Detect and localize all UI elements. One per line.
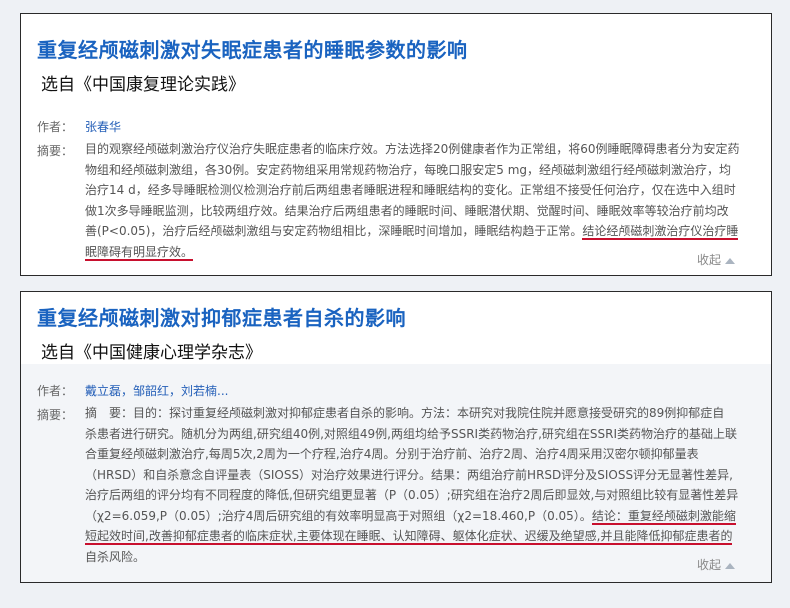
abstract-line: （HRSD）和自杀意念自评量表（SIOSS）对治疗效果进行评分。结果：两组治疗前… [85, 467, 733, 482]
conclusion-underlined: 结论：重复经颅磁刺激能缩 [591, 508, 736, 525]
author-label: 作者： [37, 120, 74, 134]
abstract-line: 眠障碍有明显疗效。 [85, 242, 759, 263]
collapse-label: 收起 [696, 253, 721, 267]
abstract-line: 合重复经颅磁刺激治疗,每周5次,2周为一个疗程,治疗4周。分别于治疗前、治疗2周… [85, 447, 699, 461]
abstract-line: 短起效时间,改善抑郁症患者的临床症状,主要体现在睡眠、认知障碍、躯体化症状、迟缓… [85, 526, 759, 547]
conclusion-underlined: 结论经颅磁刺激治疗仪治疗睡 [582, 224, 739, 240]
article-source: 选自《中国健康心理学杂志》 [41, 343, 262, 363]
abstract-line: 做1次多导睡眠监测，比较两组疗效。结果治疗后两组患者的睡眠时间、睡眠潜伏期、觉醒… [85, 203, 729, 218]
article-title[interactable]: 重复经颅磁刺激对抑郁症患者自杀的影响 [37, 302, 406, 331]
author-link[interactable]: 张春华 [85, 118, 121, 135]
abstract-line: 摘 要：目的：探讨重复经颅磁刺激对抑郁症患者自杀的影响。方法：本研究对我院住院并… [85, 406, 725, 420]
conclusion-underlined: 短起效时间,改善抑郁症患者的临床症状,主要体现在睡眠、认知障碍、躯体化症状、迟缓… [85, 529, 733, 545]
article-title[interactable]: 重复经颅磁刺激对失眠症患者的睡眠参数的影响 [37, 34, 468, 63]
abstract-line: 治疗14 d，经多导睡眠检测仪检测治疗前后两组患者睡眠进程和睡眠结构的变化。正常… [85, 183, 736, 197]
abstract-line: 治疗后两组的评分均有不同程度的降低,但研究组更显著（P（0.05）;研究组在治疗… [85, 488, 739, 502]
abstract-line: 杀患者进行研究。随机分为两组,研究组40例,对照组49例,两组均给予SSRI类药… [85, 426, 738, 441]
abstract-line: 目的观察经颅磁刺激治疗仪治疗失眠症患者的临床疗效。方法选择20例健康者作为正常组… [85, 142, 740, 156]
abstract-line: 自杀风险。 [85, 549, 146, 564]
chevron-up-icon [725, 257, 735, 264]
article-card-insomnia: 重复经颅磁刺激对失眠症患者的睡眠参数的影响 选自《中国康复理论实践》 作者： 张… [20, 13, 772, 276]
author-label: 作者： [37, 384, 74, 398]
conclusion-underlined: 眠障碍有明显疗效。 [85, 244, 194, 261]
abstract-text: 目的观察经颅磁刺激治疗仪治疗失眠症患者的临床疗效。方法选择20例健康者作为正常组… [85, 139, 759, 262]
abstract-line: 善(P<0.05)，治疗后经颅磁刺激组与安定药物组相比，深睡眠时间增加，睡眠结构… [85, 224, 739, 240]
collapse-label: 收起 [696, 558, 721, 572]
article-card-depression: 重复经颅磁刺激对抑郁症患者自杀的影响 选自《中国健康心理学杂志》 作者： 戴立磊… [20, 291, 772, 583]
abstract-text: 摘 要：目的：探讨重复经颅磁刺激对抑郁症患者自杀的影响。方法：本研究对我院住院并… [85, 403, 759, 567]
chevron-up-icon [725, 562, 735, 569]
abstract-line: （χ2=6.059,P（0.05）;治疗4周后研究组的有效率明显高于对照组（χ2… [85, 508, 736, 525]
abstract-label: 摘要： [37, 144, 74, 158]
author-links[interactable]: 戴立磊，邹韶红，刘若楠... [85, 382, 228, 399]
collapse-button[interactable]: 收起 [697, 556, 735, 573]
abstract-line: 物组和经颅磁刺激组，各30例。安定药物组采用常规药物治疗，每晚口服安定5 mg，… [85, 162, 732, 177]
article-source: 选自《中国康复理论实践》 [41, 75, 245, 95]
collapse-button[interactable]: 收起 [697, 251, 735, 268]
abstract-label: 摘要： [37, 408, 74, 422]
